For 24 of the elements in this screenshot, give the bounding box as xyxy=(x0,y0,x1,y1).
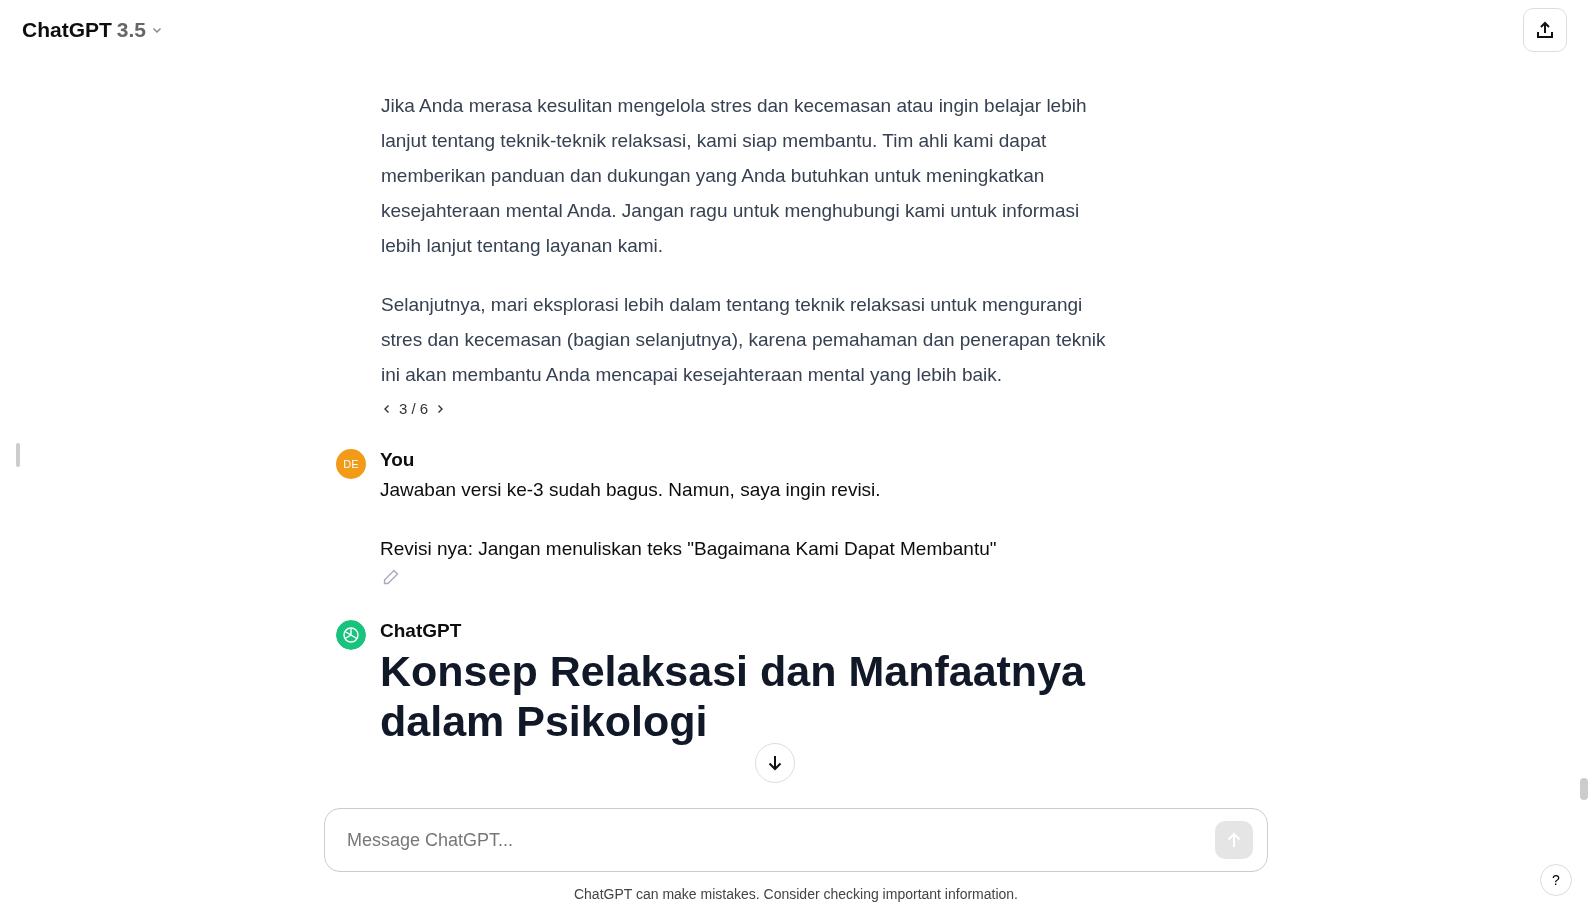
scroll-down-button[interactable] xyxy=(755,743,795,783)
share-button[interactable] xyxy=(1523,8,1567,52)
message-composer[interactable]: Message ChatGPT... xyxy=(324,808,1268,872)
message-text: Jawaban versi ke-3 sudah bagus. Namun, saya ingin revisi. xyxy=(380,478,882,502)
message-text: Revisi nya: Jangan menuliskan teks "Bagaimana Kami Dapat Membantu" xyxy=(380,537,997,561)
message-input[interactable]: Message ChatGPT... xyxy=(345,828,1215,852)
version-counter: 3 / 6 xyxy=(399,400,429,417)
pencil-icon xyxy=(382,568,400,586)
message-paragraph: Selanjutnya, mari eksplorasi lebih dalam tentang teknik relaksasi untuk mengurangi stres dan kecemasan (bagian selanjutnya), karena pemahaman dan penerapan teknik ini akan membantu Anda mencapai kesejahteraan mental yang lebih baik. xyxy=(381,293,1107,387)
share-icon xyxy=(1535,20,1555,40)
author-name: You xyxy=(380,448,416,472)
author-name: ChatGPT xyxy=(380,619,463,643)
message-paragraph: Jika Anda merasa kesulitan mengelola stres dan kecemasan atau ingin belajar lebih lanjut tentang teknik-teknik relaksasi, kami siap membantu. Tim ahli kami dapat memberikan panduan dan dukungan yang Anda butuhkan untuk meningkatkan kesejahteraan mental Anda. Jangan ragu untuk menghubungi kami untuk informasi lebih lanjut tentang layanan kami. xyxy=(381,94,1088,258)
assistant-avatar xyxy=(336,620,366,650)
user-avatar: DE xyxy=(336,449,366,479)
chevron-left-icon xyxy=(383,403,391,414)
response-heading: Konsep Relaksasi dan Manfaatnya dalam Psikologi xyxy=(380,646,1087,746)
sidebar-handle[interactable] xyxy=(16,443,20,467)
disclaimer-text: ChatGPT can make mistakes. Consider checking important information. xyxy=(573,886,1018,902)
chevron-right-icon xyxy=(436,403,445,414)
model-selector[interactable]: ChatGPT 3.5 xyxy=(14,10,172,50)
arrow-down-icon xyxy=(766,754,784,772)
scrollbar[interactable] xyxy=(1580,778,1588,800)
arrow-up-icon xyxy=(1225,831,1243,849)
